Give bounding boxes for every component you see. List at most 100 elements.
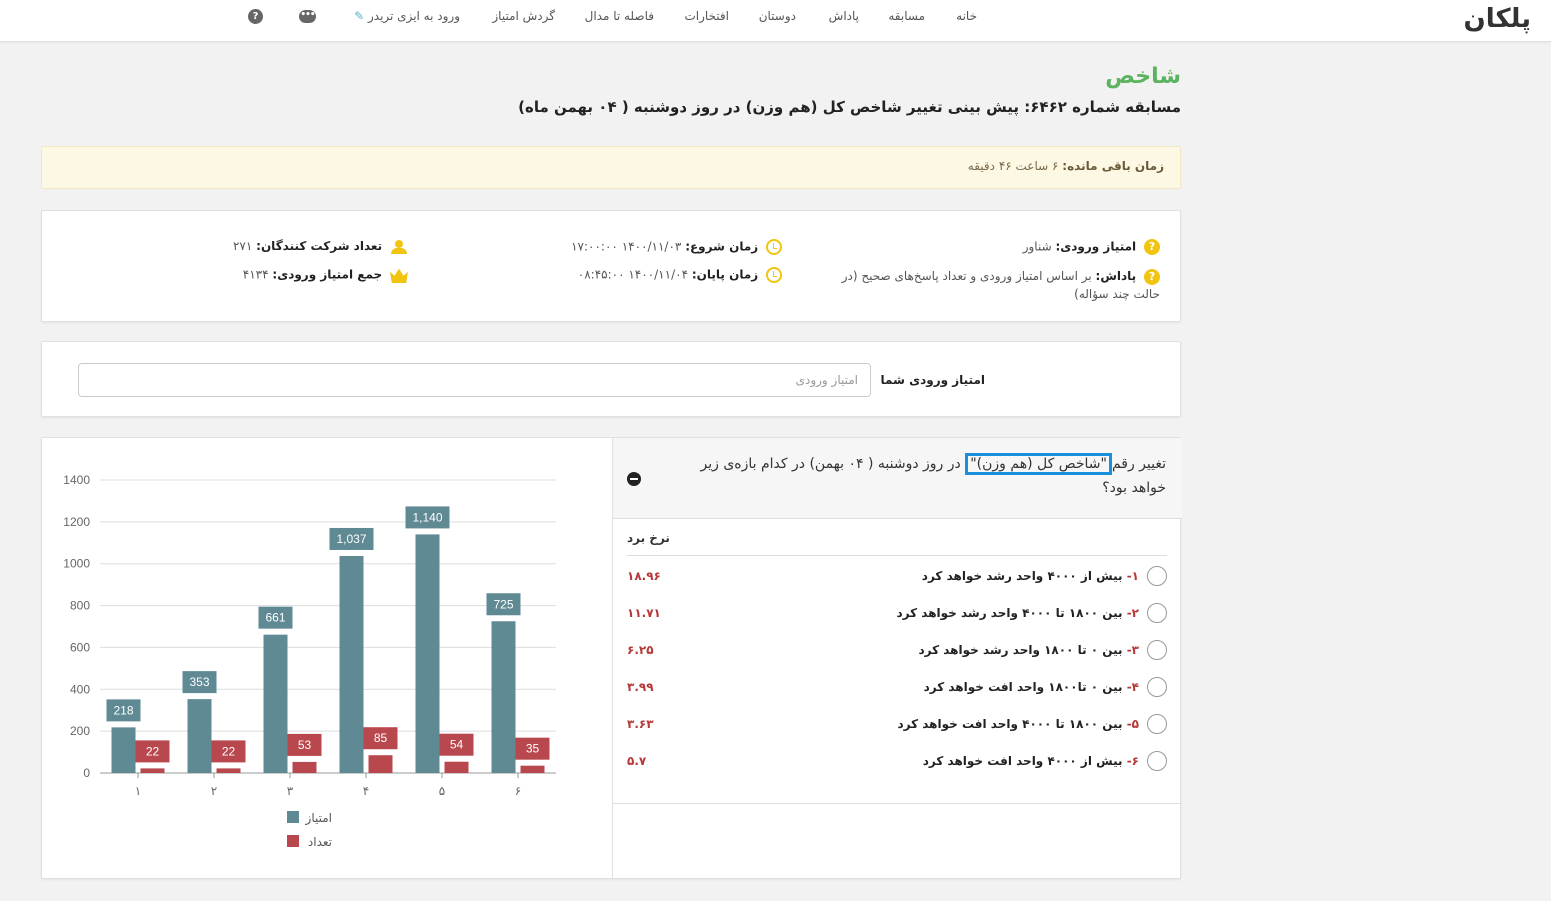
- page-title: شاخص: [1105, 64, 1181, 89]
- answer-option-number: ۶-: [1126, 754, 1139, 768]
- entry-score-input[interactable]: [78, 363, 871, 397]
- answer-option-text: بیش از ۴۰۰۰ واحد رشد خواهد کرد: [921, 569, 1123, 583]
- question-header: تغییر رقم"شاخص کل (هم وزن)" در روز دوشنب…: [613, 438, 1182, 519]
- bar-count: [140, 768, 165, 773]
- answer-option-label: ۴- بین ۰ تا۱۸۰۰ واحد افت خواهد کرد: [924, 680, 1139, 694]
- answer-option-rate: ۱۸.۹۶: [627, 569, 661, 583]
- answer-option[interactable]: ۶- بیش از ۴۰۰۰ واحد افت خواهد کرد ۵.۷: [627, 750, 1167, 774]
- bar-score: [187, 699, 212, 773]
- y-tick-label: 0: [83, 766, 90, 780]
- answer-option[interactable]: ۳- بین ۰ تا ۱۸۰۰ واحد رشد خواهد کرد ۶.۲۵: [627, 639, 1167, 663]
- entry-score-label: امتیاز ورودی:: [1055, 239, 1137, 254]
- answer-option-number: ۳-: [1126, 643, 1139, 657]
- data-label: 85: [374, 731, 388, 745]
- clock-icon: [766, 267, 782, 283]
- x-tick-label: ۲: [211, 784, 217, 798]
- participants-info: تعداد شرکت کنندگان: ۲۷۱: [233, 239, 408, 254]
- nav-item-easytrader[interactable]: ✎ ورود به ایزی تریدر: [354, 9, 460, 23]
- bar-count: [444, 761, 469, 773]
- answer-option[interactable]: ۵- بین ۱۸۰۰ تا ۴۰۰۰ واحد افت خواهد کرد ۳…: [627, 713, 1167, 737]
- x-tick-label: ۶: [515, 784, 521, 798]
- help-icon[interactable]: ?: [248, 9, 263, 24]
- radio-button[interactable]: [1147, 566, 1167, 586]
- answer-option[interactable]: ۴- بین ۰ تا۱۸۰۰ واحد افت خواهد کرد ۳.۹۹: [627, 676, 1167, 700]
- y-tick-label: 600: [70, 640, 90, 654]
- question-icon: ?: [1144, 239, 1160, 255]
- data-label: 218: [113, 703, 133, 717]
- end-time-value: ۱۴۰۰/۱۱/۰۴ ۰۸:۴۵:۰۰: [577, 267, 689, 282]
- nav-item-score-turnover[interactable]: گردش امتیاز: [492, 9, 555, 23]
- radio-button[interactable]: [1147, 751, 1167, 771]
- data-label: 22: [222, 744, 236, 758]
- answer-option-number: ۲-: [1126, 606, 1139, 620]
- participants-value: ۲۷۱: [232, 239, 253, 253]
- answer-option-rate: ۱۱.۷۱: [627, 606, 661, 620]
- answer-option[interactable]: ۲- بین ۱۸۰۰ تا ۴۰۰۰ واحد رشد خواهد کرد ۱…: [627, 602, 1167, 626]
- answer-option-text: بین ۰ تا ۱۸۰۰ واحد رشد خواهد کرد: [918, 643, 1123, 657]
- total-score-label: جمع امتیاز ورودی:: [272, 267, 383, 282]
- site-logo[interactable]: پلکان: [1464, 4, 1532, 34]
- radio-button[interactable]: [1147, 640, 1167, 660]
- nav-item-contest[interactable]: مسابقه: [888, 9, 925, 23]
- bar-score: [263, 634, 288, 773]
- entry-score-info: ? امتیاز ورودی: شناور: [1023, 239, 1160, 255]
- answer-option-rate: ۶.۲۵: [627, 643, 654, 657]
- answer-option-text: بیش از ۴۰۰۰ واحد افت خواهد کرد: [922, 754, 1123, 768]
- radio-button[interactable]: [1147, 714, 1167, 734]
- nav-item-friends[interactable]: دوستان: [759, 9, 796, 23]
- radio-button[interactable]: [1147, 603, 1167, 623]
- data-label: 661: [265, 611, 285, 625]
- answer-option-number: ۴-: [1126, 680, 1139, 694]
- nav-item-home[interactable]: خانه: [956, 9, 977, 23]
- start-time-label: زمان شروع:: [685, 239, 759, 254]
- question-card: 0 200 400 600 800 1000 1200 1400 ۱ 218 22 ۲ 353 22 ۳ 66…: [41, 437, 1182, 879]
- answer-option-rate: ۵.۷: [627, 754, 647, 768]
- nav-item-medal-distance[interactable]: فاصله تا مدال: [585, 9, 654, 23]
- bar-chart: 0 200 400 600 800 1000 1200 1400 ۱ 218 22 ۲ 353 22 ۳ 66…: [63, 473, 556, 849]
- data-label: 353: [189, 675, 209, 689]
- divider: [627, 555, 1167, 556]
- contest-info-card: ? امتیاز ورودی: شناور ? پاداش: بر اساس ا…: [41, 210, 1181, 322]
- radio-button[interactable]: [1147, 677, 1167, 697]
- answer-option-text: بین ۱۸۰۰ تا ۴۰۰۰ واحد رشد خواهد کرد: [896, 606, 1123, 620]
- bar-count: [292, 761, 317, 773]
- answer-option-number: ۱-: [1126, 569, 1139, 583]
- y-tick-label: 1000: [63, 557, 90, 571]
- participants-label: تعداد شرکت کنندگان:: [256, 239, 383, 253]
- legend-swatch: [287, 811, 299, 823]
- legend-swatch: [287, 835, 299, 847]
- data-label: 53: [298, 738, 312, 752]
- chat-icon[interactable]: •••: [299, 10, 316, 23]
- data-label: 1,037: [336, 532, 366, 546]
- y-tick-label: 800: [70, 599, 90, 613]
- answer-option[interactable]: ۱- بیش از ۴۰۰۰ واحد رشد خواهد کرد ۱۸.۹۶: [627, 565, 1167, 589]
- question-text: تغییر رقم"شاخص کل (هم وزن)" در روز دوشنب…: [686, 452, 1166, 500]
- data-label: 1,140: [412, 510, 442, 524]
- contest-subtitle: مسابقه شماره ۶۴۶۲: پیش بینی تغییر شاخص ک…: [518, 98, 1181, 116]
- answer-option-label: ۳- بین ۰ تا ۱۸۰۰ واحد رشد خواهد کرد: [918, 643, 1139, 657]
- start-time-info: زمان شروع: ۱۴۰۰/۱۱/۰۳ ۱۷:۰۰:۰۰: [571, 239, 782, 255]
- collapse-icon[interactable]: [627, 472, 641, 486]
- bar-count: [368, 755, 393, 773]
- bar-score: [339, 555, 364, 773]
- answer-option-number: ۵-: [1126, 717, 1139, 731]
- legend-label: امتیاز: [305, 811, 332, 826]
- bar-score: [491, 621, 516, 773]
- nav-item-reward[interactable]: پاداش: [829, 9, 859, 23]
- remaining-time-value: ۶ ساعت ۴۶ دقیقه: [967, 159, 1059, 173]
- answer-option-label: ۱- بیش از ۴۰۰۰ واحد رشد خواهد کرد: [922, 569, 1139, 583]
- y-tick-label: 1200: [63, 515, 90, 529]
- y-tick-label: 200: [70, 724, 90, 738]
- nav-item-honors[interactable]: افتخارات: [684, 9, 729, 23]
- top-navbar: پلکان خانه مسابقه پاداش دوستان افتخارات …: [0, 0, 1551, 42]
- nav-item-easytrader-label: ورود به ایزی تریدر: [367, 9, 460, 23]
- chart-area: 0 200 400 600 800 1000 1200 1400 ۱ 218 22 ۲ 353 22 ۳ 66…: [42, 438, 612, 878]
- y-tick-label: 400: [70, 682, 90, 696]
- x-tick-label: ۵: [439, 784, 445, 798]
- data-label: 22: [146, 744, 160, 758]
- reward-info: ? پاداش: بر اساس امتیاز ورودی و تعداد پا…: [830, 267, 1160, 303]
- answer-option-label: ۶- بیش از ۴۰۰۰ واحد افت خواهد کرد: [923, 754, 1139, 768]
- end-time-info: زمان پایان: ۱۴۰۰/۱۱/۰۴ ۰۸:۴۵:۰۰: [578, 267, 782, 283]
- answer-option-label: ۲- بین ۱۸۰۰ تا ۴۰۰۰ واحد رشد خواهد کرد: [896, 606, 1139, 620]
- win-rate-header: نرخ برد: [627, 531, 670, 545]
